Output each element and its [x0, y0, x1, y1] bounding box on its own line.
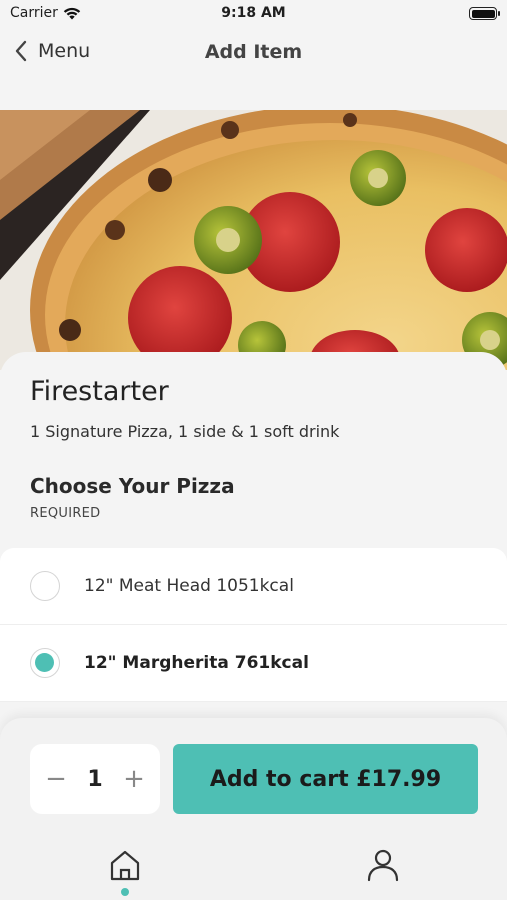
quantity-value: 1 [87, 766, 103, 792]
page-title: Add Item [204, 41, 303, 63]
tab-bar [0, 846, 507, 900]
pizza-options-list: 12" Meat Head 1051kcal 12" Margherita 76… [0, 548, 507, 702]
pizza-image [0, 110, 507, 370]
user-icon [367, 849, 399, 882]
increment-button[interactable]: + [122, 766, 146, 792]
status-bar: Carrier 9:18 AM [0, 0, 507, 30]
bottom-panel: − 1 + Add to cart £17.99 [0, 718, 507, 900]
required-label: REQUIRED [30, 506, 101, 521]
radio-button[interactable] [30, 571, 60, 601]
quantity-stepper: − 1 + [30, 744, 160, 814]
tab-home[interactable] [105, 846, 145, 886]
item-name: Firestarter [30, 376, 169, 407]
home-icon [110, 850, 140, 881]
option-meat-head[interactable]: 12" Meat Head 1051kcal [0, 548, 507, 625]
option-label: 12" Meat Head 1051kcal [84, 576, 294, 596]
radio-button-selected[interactable] [30, 648, 60, 678]
item-hero-image [0, 110, 507, 370]
active-tab-indicator [121, 888, 129, 896]
section-title: Choose Your Pizza [30, 474, 235, 498]
nav-bar: Menu Add Item [0, 32, 507, 74]
tab-profile[interactable] [363, 846, 403, 886]
option-margherita[interactable]: 12" Margherita 761kcal [0, 625, 507, 702]
status-time: 9:18 AM [221, 5, 286, 21]
item-description: 1 Signature Pizza, 1 side & 1 soft drink [30, 422, 340, 441]
add-to-cart-button[interactable]: Add to cart £17.99 [173, 744, 478, 814]
battery-icon [469, 7, 500, 20]
option-label: 12" Margherita 761kcal [84, 653, 309, 673]
decrement-button[interactable]: − [44, 766, 68, 792]
